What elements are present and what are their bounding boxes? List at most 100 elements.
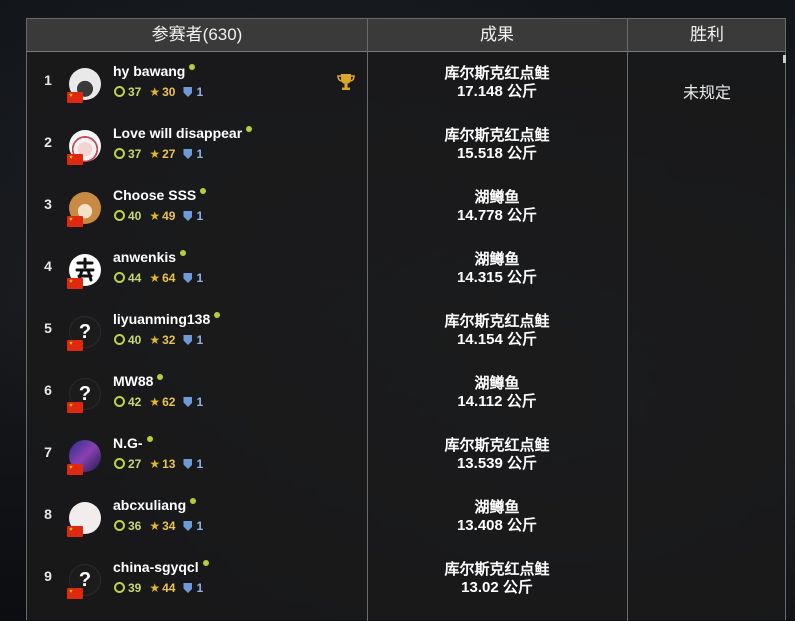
- level-value: 37: [128, 147, 142, 161]
- star-icon: ★: [149, 519, 161, 533]
- shield-value: 1: [196, 85, 204, 99]
- player-name-block[interactable]: N.G-: [113, 435, 153, 451]
- leaderboard-row[interactable]: 2 Love will disappear 37 ★ 27 1 库尔斯克红点鲑 15.518 …: [27, 114, 785, 176]
- level-stat: 42: [114, 395, 141, 409]
- star-icon: ★: [149, 581, 161, 595]
- level-ring-icon: [114, 210, 125, 221]
- leaderboard-row[interactable]: 6? MW88 42 ★ 62 1 湖鳟鱼 14.112 公斤: [27, 362, 785, 424]
- leaderboard-row[interactable]: 5? liyuanming138 40 ★ 32 1 库尔斯克红点鲑 14.154 公斤: [27, 300, 785, 362]
- player-stats: 37 ★ 27 1: [114, 147, 211, 161]
- level-value: 44: [128, 271, 142, 285]
- header-result[interactable]: 成果: [367, 19, 627, 51]
- leaderboard-row[interactable]: 9? china-sgyqcl 39 ★ 44 1 库尔斯克红点鲑 13.02 公斤: [27, 548, 785, 610]
- shield-stat: 1: [183, 85, 203, 99]
- shield-value: 1: [196, 395, 204, 409]
- shield-stat: 1: [183, 333, 203, 347]
- player-name[interactable]: N.G-: [113, 435, 143, 451]
- shield-value: 1: [196, 209, 204, 223]
- shield-icon: [183, 211, 193, 221]
- star-stat: ★ 49: [149, 209, 175, 223]
- header-participants[interactable]: 参赛者(630): [27, 19, 367, 51]
- shield-icon: [183, 459, 193, 469]
- leaderboard-row[interactable]: 7 N.G- 27 ★ 13 1 库尔斯克红点鲑 13.539 公斤: [27, 424, 785, 486]
- shield-stat: 1: [183, 519, 203, 533]
- level-value: 40: [128, 333, 142, 347]
- level-value: 39: [128, 581, 142, 595]
- fish-weight: 17.148 公斤: [456, 83, 538, 100]
- china-flag-icon: [67, 588, 83, 599]
- level-stat: 27: [114, 457, 141, 471]
- online-status-icon: [202, 560, 209, 566]
- player-name[interactable]: abcxuliang: [113, 497, 186, 513]
- player-name-block[interactable]: Choose SSS: [113, 187, 207, 203]
- leaderboard-row[interactable]: 8 abcxuliang 36 ★ 34 1 湖鳟鱼 13.408 公斤: [27, 486, 785, 548]
- level-ring-icon: [114, 396, 125, 407]
- player-name-block[interactable]: MW88: [113, 373, 164, 389]
- level-ring-icon: [114, 86, 125, 97]
- shield-value: 1: [196, 271, 204, 285]
- player-stats: 36 ★ 34 1: [114, 519, 211, 533]
- player-name[interactable]: china-sgyqcl: [113, 559, 199, 575]
- player-stats: 40 ★ 49 1: [114, 209, 211, 223]
- table-header: 参赛者(630) 成果 胜利: [27, 19, 785, 52]
- rank-number: 4: [44, 258, 52, 274]
- level-ring-icon: [114, 334, 125, 345]
- player-name-block[interactable]: Love will disappear: [113, 125, 253, 141]
- rank-number: 3: [44, 196, 52, 212]
- level-stat: 44: [114, 271, 141, 285]
- player-name[interactable]: MW88: [113, 373, 153, 389]
- player-name[interactable]: Love will disappear: [113, 125, 242, 141]
- star-value: 13: [162, 457, 176, 471]
- leaderboard-row[interactable]: 3 Choose SSS 40 ★ 49 1 湖鳟鱼 14.778 公斤: [27, 176, 785, 238]
- fish-weight: 14.778 公斤: [456, 207, 538, 224]
- shield-icon: [183, 87, 193, 97]
- fish-weight: 13.539 公斤: [456, 455, 538, 472]
- level-ring-icon: [114, 582, 125, 593]
- star-stat: ★ 27: [149, 147, 175, 161]
- fish-species: 库尔斯克红点鲑: [444, 437, 550, 454]
- fish-weight: 13.02 公斤: [461, 579, 533, 596]
- leaderboard-table: 参赛者(630) 成果 胜利 1 hy bawang 37 ★ 30 1 库尔斯克红点鲑 17…: [26, 18, 786, 621]
- online-status-icon: [157, 374, 164, 380]
- online-status-icon: [180, 250, 187, 256]
- star-value: 27: [162, 147, 176, 161]
- rank-number: 2: [44, 134, 52, 150]
- player-stats: 40 ★ 32 1: [114, 333, 211, 347]
- player-name[interactable]: hy bawang: [113, 63, 185, 79]
- shield-stat: 1: [183, 147, 203, 161]
- player-name[interactable]: Choose SSS: [113, 187, 196, 203]
- online-status-icon: [246, 126, 253, 132]
- level-value: 27: [128, 457, 142, 471]
- player-name-block[interactable]: anwenkis: [113, 249, 187, 265]
- star-icon: ★: [149, 147, 161, 161]
- star-icon: ★: [149, 395, 161, 409]
- online-status-icon: [214, 312, 221, 318]
- star-icon: ★: [149, 271, 161, 285]
- level-value: 36: [128, 519, 142, 533]
- shield-icon: [183, 273, 193, 283]
- star-value: 44: [162, 581, 176, 595]
- player-name-block[interactable]: liyuanming138: [113, 311, 221, 327]
- level-ring-icon: [114, 148, 125, 159]
- trophy-icon: [336, 72, 356, 92]
- star-value: 49: [162, 209, 176, 223]
- player-name[interactable]: liyuanming138: [113, 311, 210, 327]
- shield-stat: 1: [183, 581, 203, 595]
- star-stat: ★ 34: [149, 519, 175, 533]
- player-name-block[interactable]: abcxuliang: [113, 497, 197, 513]
- header-victory[interactable]: 胜利: [627, 19, 787, 51]
- fish-species: 湖鳟鱼: [474, 189, 520, 206]
- online-status-icon: [200, 188, 207, 194]
- level-stat: 37: [114, 85, 141, 99]
- player-name-block[interactable]: hy bawang: [113, 63, 196, 79]
- level-stat: 40: [114, 333, 141, 347]
- leaderboard-row[interactable]: 4 anwenkis 44 ★ 64 1 湖鳟鱼 14.315 公斤: [27, 238, 785, 300]
- star-stat: ★ 13: [149, 457, 175, 471]
- level-stat: 39: [114, 581, 141, 595]
- player-stats: 44 ★ 64 1: [114, 271, 211, 285]
- player-name[interactable]: anwenkis: [113, 249, 176, 265]
- player-name-block[interactable]: china-sgyqcl: [113, 559, 209, 575]
- shield-stat: 1: [183, 271, 203, 285]
- fish-species: 库尔斯克红点鲑: [444, 313, 550, 330]
- shield-stat: 1: [183, 457, 203, 471]
